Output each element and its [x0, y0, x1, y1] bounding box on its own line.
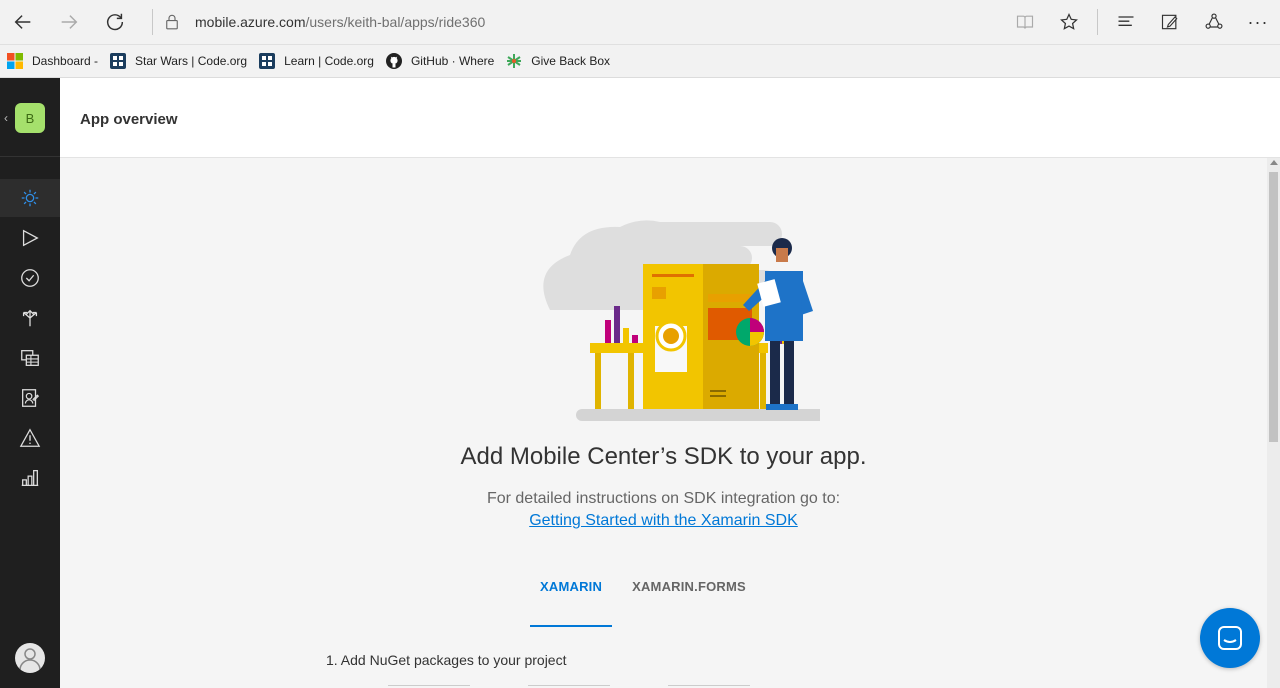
- hub-icon: [1118, 16, 1134, 26]
- tables-icon: [21, 350, 39, 366]
- bookmark-learn[interactable]: Learn | Code.org: [259, 45, 374, 78]
- back-icon: [14, 15, 31, 29]
- bookmark-label: Learn | Code.org: [284, 54, 374, 68]
- forward-icon: [61, 15, 78, 29]
- chat-support-button[interactable]: [1200, 608, 1260, 668]
- getting-started-link[interactable]: Getting Started with the Xamarin SDK: [529, 512, 798, 529]
- address-bar[interactable]: mobile.azure.com/users/keith-bal/apps/ri…: [163, 7, 1003, 37]
- web-note-icon: [1161, 14, 1178, 30]
- refresh-button[interactable]: [92, 0, 138, 45]
- bookmark-dashboard[interactable]: Dashboard -: [7, 45, 98, 78]
- vertical-scrollbar[interactable]: [1267, 158, 1280, 688]
- platform-tabs: XAMARIN XAMARIN.FORMS: [530, 563, 766, 627]
- sidebar-item-identity[interactable]: [0, 379, 60, 417]
- browser-toolbar: mobile.azure.com/users/keith-bal/apps/ri…: [0, 0, 1280, 45]
- more-button[interactable]: ···: [1236, 0, 1280, 45]
- play-icon: [22, 229, 39, 247]
- page-title: App overview: [80, 111, 178, 128]
- app-initial: B: [25, 110, 35, 126]
- favorites-bar: Dashboard - Star Wars | Code.org Learn |…: [0, 45, 1280, 78]
- scroll-thumb[interactable]: [1269, 172, 1278, 442]
- code-org-icon: [259, 53, 276, 69]
- favorite-button[interactable]: [1047, 0, 1091, 45]
- bookmark-label: GitHub · Where: [410, 54, 495, 68]
- user-avatar[interactable]: [15, 643, 45, 673]
- chevron-left-icon[interactable]: ‹: [4, 111, 8, 125]
- bookmark-github[interactable]: GitHub · Where: [385, 45, 495, 78]
- main-content: Add Mobile Center’s SDK to your app. For…: [60, 158, 1267, 688]
- lock-icon: [166, 14, 178, 30]
- github-icon: [385, 53, 402, 69]
- identity-icon: [22, 389, 40, 407]
- sidebar-item-distribute[interactable]: [0, 299, 60, 337]
- check-circle-icon: [21, 269, 39, 287]
- sidebar-item-build[interactable]: [0, 219, 60, 257]
- bar-chart-icon: [21, 470, 39, 486]
- windows-logo-icon: [7, 53, 23, 69]
- bookmark-star-wars[interactable]: Star Wars | Code.org: [110, 45, 247, 78]
- sdk-subtext: For detailed instructions on SDK integra…: [486, 490, 841, 507]
- chat-icon: [1218, 626, 1242, 650]
- share-button[interactable]: [1192, 0, 1236, 45]
- tab-xamarin[interactable]: XAMARIN: [530, 563, 613, 627]
- favorite-star-icon: [1060, 13, 1078, 30]
- distribute-icon: [22, 309, 38, 327]
- back-button[interactable]: [0, 0, 46, 45]
- developer-figure: [743, 238, 813, 410]
- user-icon: [19, 648, 41, 671]
- toolbar-divider: [1097, 9, 1098, 35]
- sidebar-item-overview[interactable]: [0, 179, 60, 217]
- url-path: /users/keith-bal/apps/ride360: [305, 14, 486, 30]
- step-1-text: 1. Add NuGet packages to your project: [326, 652, 567, 668]
- give-back-box-icon: [506, 53, 522, 69]
- share-icon: [1205, 13, 1223, 29]
- address-separator: [152, 9, 153, 35]
- reading-view-icon: [1016, 15, 1034, 29]
- forward-button[interactable]: [46, 0, 92, 45]
- url-host: mobile.azure.com: [195, 14, 306, 30]
- hub-button[interactable]: [1104, 0, 1148, 45]
- tab-xamarin-forms[interactable]: XAMARIN.FORMS: [622, 563, 756, 627]
- sun-icon: [21, 189, 39, 207]
- sdk-heading: Add Mobile Center’s SDK to your app.: [460, 443, 867, 470]
- page-header: App overview: [60, 78, 1280, 158]
- bookmark-label: Dashboard -: [32, 54, 99, 68]
- sidebar-item-analytics[interactable]: [0, 459, 60, 497]
- bookmark-label: Give Back Box: [531, 54, 610, 68]
- app-avatar[interactable]: B: [15, 103, 45, 133]
- sidebar-item-test[interactable]: [0, 259, 60, 297]
- more-icon: ···: [1247, 11, 1269, 32]
- bookmark-label: Star Wars | Code.org: [135, 54, 248, 68]
- scroll-up-arrow-icon[interactable]: [1270, 160, 1278, 165]
- code-org-icon: [110, 53, 127, 69]
- bookmark-give-back-box[interactable]: Give Back Box: [506, 45, 610, 78]
- sidebar-item-crashes[interactable]: [0, 419, 60, 457]
- warning-icon: [19, 428, 41, 447]
- app-sidebar: ‹ B: [0, 78, 60, 688]
- refresh-icon: [106, 13, 124, 31]
- getting-started-link-row: Getting Started with the Xamarin SDK: [60, 512, 1267, 530]
- reading-view-button[interactable]: [1003, 0, 1047, 45]
- sidebar-item-tables[interactable]: [0, 339, 60, 377]
- sidebar-app-switcher: ‹ B: [0, 78, 60, 157]
- web-note-button[interactable]: [1148, 0, 1192, 45]
